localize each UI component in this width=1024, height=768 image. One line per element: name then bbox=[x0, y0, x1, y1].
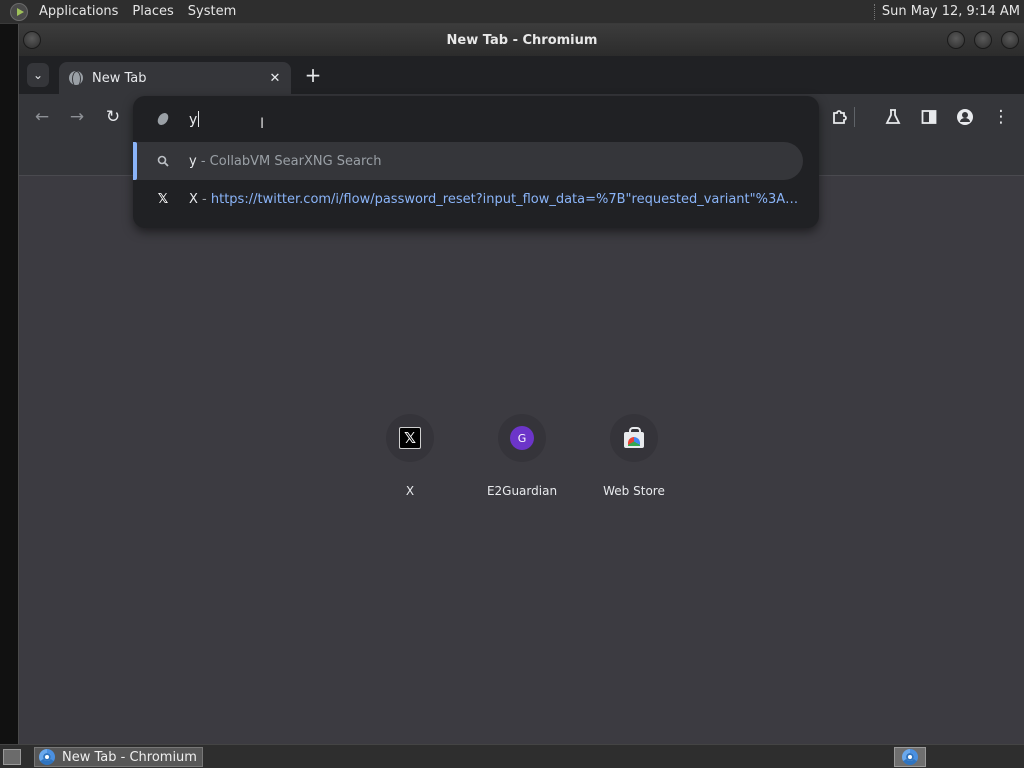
forward-button[interactable]: → bbox=[65, 105, 89, 129]
tab-new-tab[interactable]: New Tab ✕ bbox=[59, 62, 291, 94]
arrow-left-icon: ← bbox=[34, 107, 50, 127]
text-cursor-icon: I bbox=[260, 116, 265, 132]
profile-button[interactable] bbox=[953, 105, 977, 129]
globe-icon bbox=[69, 71, 83, 85]
e2guardian-icon: G bbox=[510, 426, 534, 450]
minimize-button[interactable] bbox=[947, 31, 965, 49]
chevron-down-icon: ⌄ bbox=[32, 68, 44, 82]
places-menu[interactable]: Places bbox=[125, 4, 180, 19]
web-store-icon bbox=[622, 427, 646, 449]
reload-icon: ↻ bbox=[105, 107, 121, 127]
desktop-background bbox=[0, 24, 18, 744]
x-logo-icon: 𝕏 bbox=[157, 191, 169, 207]
shortcut-tile-web-store[interactable]: Web Store bbox=[584, 414, 684, 498]
suggestion-description: CollabVM SearXNG Search bbox=[209, 153, 382, 169]
chromium-icon bbox=[902, 749, 918, 765]
maximize-button[interactable] bbox=[974, 31, 992, 49]
side-panel-icon bbox=[921, 110, 937, 124]
show-desktop-icon[interactable] bbox=[3, 749, 21, 765]
close-tab-icon[interactable]: ✕ bbox=[265, 71, 285, 86]
shortcut-tile-e2guardian[interactable]: G E2Guardian bbox=[472, 414, 572, 498]
shortcut-tile-x[interactable]: 𝕏 X bbox=[360, 414, 460, 498]
omnibox[interactable]: y I bbox=[133, 96, 819, 142]
window-titlebar[interactable]: New Tab - Chromium bbox=[19, 24, 1024, 56]
extensions-button[interactable] bbox=[828, 105, 852, 129]
reload-button[interactable]: ↻ bbox=[101, 105, 125, 129]
side-panel-button[interactable] bbox=[917, 105, 941, 129]
new-tab-page: 𝕏 X G E2Guardian Web Store bbox=[19, 176, 1024, 744]
labs-button[interactable] bbox=[881, 105, 905, 129]
shortcut-label: Web Store bbox=[603, 484, 665, 498]
window-title: New Tab - Chromium bbox=[446, 32, 598, 48]
new-tab-button[interactable]: + bbox=[301, 63, 325, 87]
tab-search-button[interactable]: ⌄ bbox=[27, 63, 49, 87]
selection-indicator bbox=[133, 142, 137, 180]
omnibox-suggestion-x[interactable]: 𝕏 X - https://twitter.com/i/flow/passwor… bbox=[133, 180, 801, 218]
shortcut-label: X bbox=[405, 484, 415, 498]
chromium-icon bbox=[39, 749, 55, 765]
top-panel: Applications Places System Sun May 12, 9… bbox=[0, 0, 1024, 24]
shortcut-icon-circle bbox=[610, 414, 658, 462]
shortcut-icon-circle: G bbox=[498, 414, 546, 462]
applications-menu[interactable]: Applications bbox=[32, 4, 125, 19]
system-menu[interactable]: System bbox=[181, 4, 243, 19]
taskbar-window-label: New Tab - Chromium bbox=[62, 749, 197, 765]
x-logo-icon: 𝕏 bbox=[399, 427, 421, 449]
suggestion-separator: - bbox=[197, 191, 211, 207]
suggestion-url: https://twitter.com/i/flow/password_rese… bbox=[210, 191, 801, 207]
flask-icon bbox=[885, 109, 901, 124]
window-menu-button[interactable] bbox=[23, 31, 41, 49]
taskbar-window-button[interactable]: New Tab - Chromium bbox=[34, 747, 203, 767]
search-engine-icon bbox=[156, 112, 170, 126]
toolbar-divider bbox=[854, 107, 855, 127]
panel-separator bbox=[873, 3, 876, 20]
clock[interactable]: Sun May 12, 9:14 AM bbox=[882, 4, 1024, 19]
shortcut-label: E2Guardian bbox=[486, 484, 558, 498]
arrow-right-icon: → bbox=[69, 107, 85, 127]
omnibox-input[interactable]: y bbox=[189, 111, 199, 128]
omnibox-popup: y I y - CollabVM SearXNG Search 𝕏 X - ht… bbox=[133, 96, 819, 228]
suggestion-text: y bbox=[189, 153, 197, 169]
avatar-icon bbox=[957, 109, 973, 125]
shortcut-icon-circle: 𝕏 bbox=[386, 414, 434, 462]
search-icon bbox=[156, 155, 170, 167]
workspace-switcher[interactable] bbox=[894, 747, 926, 767]
suggestion-text: X bbox=[189, 191, 198, 207]
suggestion-separator: - bbox=[196, 153, 210, 169]
plus-icon: + bbox=[304, 63, 322, 87]
back-button[interactable]: ← bbox=[30, 105, 54, 129]
menu-button[interactable]: ⋮ bbox=[989, 105, 1013, 129]
puzzle-icon bbox=[833, 110, 847, 124]
close-window-button[interactable] bbox=[1001, 31, 1019, 49]
gnome-foot-menu-icon[interactable] bbox=[10, 2, 28, 21]
tab-title: New Tab bbox=[92, 70, 147, 86]
taskbar: New Tab - Chromium bbox=[0, 744, 1024, 768]
kebab-menu-icon: ⋮ bbox=[992, 107, 1010, 127]
omnibox-suggestion-search[interactable]: y - CollabVM SearXNG Search bbox=[133, 142, 803, 180]
tab-strip: ⌄ New Tab ✕ + bbox=[19, 56, 1024, 94]
